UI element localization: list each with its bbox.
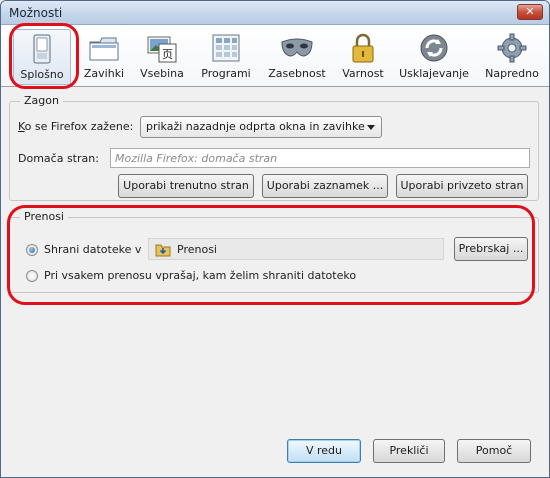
- tab-applications-label: Programi: [201, 67, 251, 80]
- tab-general-label: Splošno: [20, 68, 64, 81]
- save-files-label[interactable]: Shrani datoteke v: [44, 243, 141, 256]
- close-button[interactable]: ✕: [517, 4, 543, 20]
- tab-tabs-label: Zavihki: [83, 67, 125, 80]
- general-panel: Zagon Ko se Firefox zažene: prikaži naza…: [7, 91, 543, 441]
- startup-when-label-text: o se Firefox zažene:: [24, 120, 134, 133]
- use-default-page-button[interactable]: Uporabi privzeto stran: [396, 174, 528, 198]
- downloads-group: Prenosi Shrani datoteke v Prenosi Prebrs…: [9, 210, 539, 293]
- options-window: Možnosti ✕ Splošno Zavihki 页 Vsebina Pro…: [0, 0, 550, 478]
- use-bookmark-button[interactable]: Uporabi zaznamek ...: [262, 174, 388, 198]
- window-title: Možnosti: [9, 6, 63, 20]
- use-current-page-button[interactable]: Uporabi trenutno stran: [118, 174, 254, 198]
- tab-content[interactable]: 页 Vsebina: [135, 29, 189, 85]
- home-page-label: Domača stran:: [18, 152, 99, 165]
- tab-advanced-label: Napredno: [485, 67, 539, 80]
- privacy-mask-icon: [280, 32, 314, 64]
- download-folder-name: Prenosi: [177, 243, 217, 256]
- cancel-button[interactable]: Prekliči: [373, 439, 445, 463]
- help-button[interactable]: Pomoč: [457, 439, 531, 463]
- ask-location-radio[interactable]: [26, 270, 38, 282]
- category-toolbar: Splošno Zavihki 页 Vsebina Programi Zaseb…: [1, 25, 549, 87]
- general-switch-icon: [25, 33, 59, 65]
- tab-privacy[interactable]: Zasebnost: [265, 29, 329, 85]
- tab-security[interactable]: Varnost: [337, 29, 389, 85]
- tab-sync[interactable]: Usklajevanje: [397, 29, 471, 85]
- browse-button[interactable]: Prebrskaj ...: [454, 237, 528, 261]
- tab-applications[interactable]: Programi: [197, 29, 255, 85]
- chevron-down-icon: [367, 125, 375, 130]
- title-bar[interactable]: Možnosti ✕: [1, 1, 549, 25]
- applications-icon: [209, 32, 243, 64]
- tab-general[interactable]: Splošno: [13, 29, 71, 85]
- startup-select[interactable]: prikaži nazadnje odprta okna in zavihke: [140, 116, 382, 138]
- ok-button[interactable]: V redu: [287, 439, 361, 463]
- tab-security-label: Varnost: [342, 67, 384, 80]
- downloads-legend: Prenosi: [20, 210, 68, 223]
- tab-advanced[interactable]: Napredno: [481, 29, 543, 85]
- sync-icon: [417, 32, 451, 64]
- ask-location-label[interactable]: Pri vsakem prenosu vprašaj, kam želim sh…: [44, 269, 356, 282]
- startup-when-label: Ko se Firefox zažene:: [18, 120, 134, 133]
- startup-group: Zagon Ko se Firefox zažene: prikaži naza…: [9, 94, 539, 201]
- tab-sync-label: Usklajevanje: [399, 67, 469, 80]
- home-page-input[interactable]: Mozilla Firefox: domača stran: [110, 148, 530, 168]
- advanced-gear-icon: [495, 32, 529, 64]
- save-files-radio[interactable]: [26, 244, 38, 256]
- security-lock-icon: [346, 32, 380, 64]
- tab-tabs[interactable]: Zavihki: [79, 29, 129, 85]
- svg-text:页: 页: [162, 48, 173, 61]
- startup-legend: Zagon: [20, 94, 63, 107]
- tab-privacy-label: Zasebnost: [268, 67, 326, 80]
- tab-content-label: Vsebina: [140, 67, 184, 80]
- startup-select-value: prikaži nazadnje odprta okna in zavihke: [146, 120, 365, 133]
- download-folder-box: Prenosi: [148, 238, 444, 260]
- content-icon: 页: [145, 32, 179, 64]
- tabs-icon: [87, 32, 121, 64]
- folder-icon: [155, 242, 171, 260]
